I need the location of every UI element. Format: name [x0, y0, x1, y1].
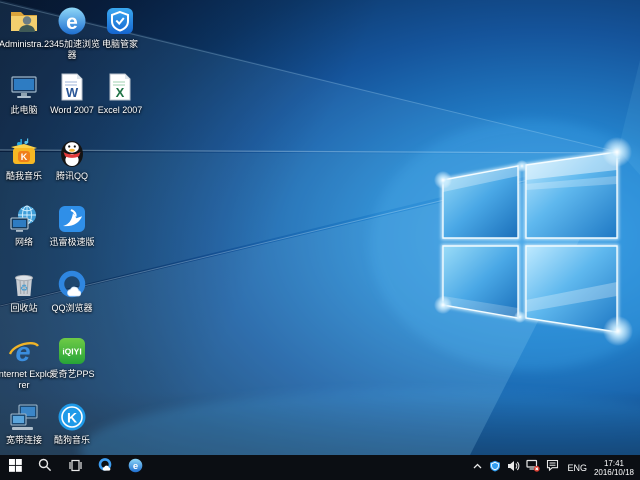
recycle-bin-icon: ♻: [0, 269, 48, 301]
tray-time: 17:41: [594, 459, 634, 468]
desktop-icon-xunlei[interactable]: 迅雷极速版: [48, 203, 96, 248]
windows-hero-logo-art: [0, 0, 640, 455]
network-disconnected-icon: [526, 459, 540, 477]
desktop-icon-tencent-qq[interactable]: 腾讯QQ: [48, 137, 96, 182]
desktop-icon-excel-2007[interactable]: X Excel 2007: [96, 71, 144, 116]
desktop-icon-label: QQ浏览器: [43, 303, 101, 314]
tray-language-indicator[interactable]: ENG: [562, 463, 592, 473]
qq-browser-icon: [97, 457, 113, 478]
svg-text:X: X: [116, 85, 125, 100]
desktop-icon-2345-browser[interactable]: e 2345加速浏览器: [48, 5, 96, 61]
desktop-icon-qq-browser[interactable]: QQ浏览器: [48, 269, 96, 314]
svg-text:W: W: [66, 85, 79, 100]
user-folder-icon: [0, 5, 48, 37]
xunlei-bird-icon: [48, 203, 96, 235]
task-view-icon: [68, 459, 83, 477]
desktop-icon-broadband-connection[interactable]: 宽带连接: [0, 401, 48, 446]
tray-show-hidden-icons-button[interactable]: [469, 455, 486, 480]
search-icon: [38, 458, 52, 477]
task-view-button[interactable]: [60, 455, 90, 480]
desktop-icon-label: 腾讯QQ: [43, 171, 101, 182]
tray-clock[interactable]: 17:41 2016/10/18: [592, 459, 640, 477]
monitor-icon: [0, 71, 48, 103]
tray-pc-manager-button[interactable]: [486, 455, 504, 480]
2345-browser-icon: e: [128, 458, 143, 478]
kuwo-music-icon: K: [0, 137, 48, 169]
action-center-icon: [546, 459, 559, 477]
excel-document-icon: X: [96, 71, 144, 103]
desktop-icon-pc-manager[interactable]: 电脑管家: [96, 5, 144, 50]
svg-text:e: e: [132, 461, 137, 472]
desktop-icon-label: Excel 2007: [91, 105, 149, 116]
chevron-up-icon: [472, 459, 483, 477]
desktop-icon-network[interactable]: 网络: [0, 203, 48, 248]
shield-icon: [489, 459, 501, 477]
desktop-icon-this-pc[interactable]: 此电脑: [0, 71, 48, 116]
desktop-icon-administrator[interactable]: Administra...: [0, 5, 48, 50]
tray-network-button[interactable]: [523, 455, 543, 480]
taskbar: e: [0, 455, 640, 480]
desktop-icon-label: 迅雷极速版: [43, 237, 101, 248]
windows-logo-icon: [9, 459, 22, 477]
svg-text:e: e: [15, 337, 30, 367]
svg-text:♻: ♻: [20, 283, 28, 293]
tray-action-center-button[interactable]: [543, 455, 562, 480]
svg-text:K: K: [67, 410, 77, 426]
taskbar-2345-browser-button[interactable]: e: [120, 455, 150, 480]
network-globe-icon: [0, 203, 48, 235]
taskbar-qq-browser-button[interactable]: [90, 455, 120, 480]
desktop-icon-label: 电脑管家: [91, 39, 149, 50]
shield-check-icon: [96, 5, 144, 37]
qq-browser-icon: [48, 269, 96, 301]
tray-volume-button[interactable]: [504, 455, 523, 480]
system-tray: ENG 17:41 2016/10/18: [469, 455, 640, 480]
tray-date: 2016/10/18: [594, 468, 634, 477]
desktop-wallpaper[interactable]: Administra... 此电脑 K 酷我音乐: [0, 0, 640, 455]
kugou-music-icon: K: [48, 401, 96, 433]
start-button[interactable]: [0, 455, 30, 480]
desktop-icon-kuwo-music[interactable]: K 酷我音乐: [0, 137, 48, 182]
desktop-icon-iqiyi[interactable]: iQIYI 爱奇艺PPS: [48, 335, 96, 380]
desktop-icon-internet-explorer[interactable]: e Internet Explorer: [0, 335, 48, 391]
qq-penguin-icon: [48, 137, 96, 169]
desktop-icon-word-2007[interactable]: W Word 2007: [48, 71, 96, 116]
broadband-connection-icon: [0, 401, 48, 433]
svg-text:iQIYI: iQIYI: [62, 347, 81, 357]
speaker-icon: [507, 459, 520, 477]
iqiyi-icon: iQIYI: [48, 335, 96, 367]
desktop-icon-recycle-bin[interactable]: ♻ 回收站: [0, 269, 48, 314]
desktop-icon-kugou-music[interactable]: K 酷狗音乐: [48, 401, 96, 446]
desktop-icon-label: 酷狗音乐: [43, 435, 101, 446]
desktop-icon-label: 爱奇艺PPS: [43, 369, 101, 380]
screen: Administra... 此电脑 K 酷我音乐: [0, 0, 640, 480]
svg-text:e: e: [66, 11, 78, 34]
svg-text:K: K: [21, 152, 28, 162]
word-document-icon: W: [48, 71, 96, 103]
internet-explorer-icon: e: [0, 335, 48, 367]
search-button[interactable]: [30, 455, 60, 480]
2345-browser-icon: e: [48, 5, 96, 37]
